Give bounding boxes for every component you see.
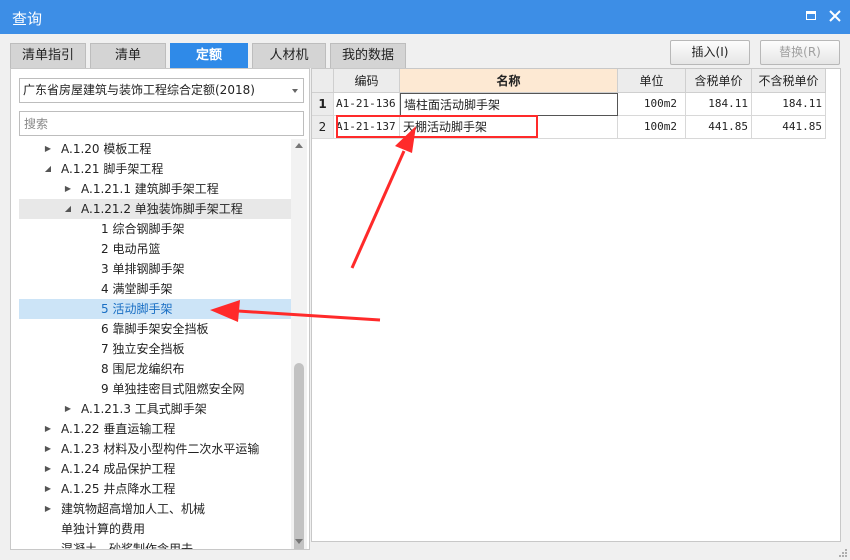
- expand-arrow-icon[interactable]: ▶: [63, 179, 73, 199]
- close-icon: [829, 10, 841, 22]
- cell-unit[interactable]: 100m2: [618, 116, 686, 139]
- tree-node[interactable]: ▶ 建筑物超高增加人工、机械: [19, 499, 291, 519]
- tree-node[interactable]: ▶ A.1.22 垂直运输工程: [19, 419, 291, 439]
- maximize-icon: [806, 11, 816, 20]
- chevron-down-icon: [292, 89, 298, 93]
- tree-node[interactable]: ◢ A.1.21 脚手架工程: [19, 159, 291, 179]
- replace-button[interactable]: 替换(R): [760, 40, 840, 65]
- tree-node[interactable]: 6 靠脚手架安全挡板: [19, 319, 291, 339]
- window-title: 查询: [12, 10, 43, 28]
- tree-scrollbar[interactable]: [291, 139, 307, 549]
- row-number[interactable]: 1: [312, 93, 334, 116]
- quota-tree: ▶ A.1.20 模板工程 ◢ A.1.21 脚手架工程 ▶ A.1.21.1 …: [11, 139, 291, 549]
- tree-node[interactable]: 单独计算的费用: [19, 519, 291, 539]
- cell-name[interactable]: 墙柱面活动脚手架: [400, 93, 618, 116]
- tree-node[interactable]: 1 综合钢脚手架: [19, 219, 291, 239]
- cell-code[interactable]: A1-21-137: [334, 116, 400, 139]
- column-header-unit[interactable]: 单位: [618, 69, 686, 93]
- tab-bill[interactable]: 清单: [90, 43, 166, 68]
- library-select-value: 广东省房屋建筑与装饰工程综合定额(2018): [23, 83, 255, 97]
- expand-arrow-icon[interactable]: ▶: [43, 439, 53, 459]
- cell-code[interactable]: A1-21-136: [334, 93, 400, 116]
- close-button[interactable]: [826, 7, 844, 25]
- row-number[interactable]: 2: [312, 116, 334, 139]
- tree-node[interactable]: 2 电动吊篮: [19, 239, 291, 259]
- column-header-name[interactable]: 名称: [400, 69, 618, 93]
- expand-arrow-icon[interactable]: ▶: [43, 459, 53, 479]
- cell-price-notax[interactable]: 184.11: [752, 93, 826, 116]
- tree-node-selected[interactable]: 5 活动脚手架: [19, 299, 291, 319]
- tree-node[interactable]: ▶ A.1.21.1 建筑脚手架工程: [19, 179, 291, 199]
- tree-node[interactable]: ▶ A.1.20 模板工程: [19, 139, 291, 159]
- scroll-up-icon[interactable]: [295, 143, 303, 148]
- tab-bill-guide[interactable]: 清单指引: [10, 43, 86, 68]
- expand-arrow-icon[interactable]: ▶: [43, 479, 53, 499]
- maximize-button[interactable]: [802, 7, 820, 25]
- library-select[interactable]: 广东省房屋建筑与装饰工程综合定额(2018): [19, 78, 304, 103]
- column-header-price-tax[interactable]: 含税单价: [686, 69, 752, 93]
- expand-arrow-icon[interactable]: ▶: [63, 399, 73, 419]
- cell-price-tax[interactable]: 184.11: [686, 93, 752, 116]
- scroll-thumb[interactable]: [294, 363, 304, 549]
- insert-button[interactable]: 插入(I): [670, 40, 750, 65]
- tree-node[interactable]: ▶ A.1.24 成品保护工程: [19, 459, 291, 479]
- tab-my-data[interactable]: 我的数据: [330, 43, 406, 68]
- tree-node[interactable]: 3 单排钢脚手架: [19, 259, 291, 279]
- quota-tree-panel: 广东省房屋建筑与装饰工程综合定额(2018) ▶ A.1.20 模板工程 ◢ A…: [10, 68, 310, 550]
- tree-node[interactable]: ▶ A.1.21.3 工具式脚手架: [19, 399, 291, 419]
- tree-node[interactable]: ▶ A.1.25 井点降水工程: [19, 479, 291, 499]
- tree-node[interactable]: ▶ A.1.23 材料及小型构件二次水平运输: [19, 439, 291, 459]
- tree-node[interactable]: 8 围尼龙编织布: [19, 359, 291, 379]
- collapse-arrow-icon[interactable]: ◢: [43, 159, 53, 179]
- expand-arrow-icon[interactable]: ▶: [43, 139, 53, 159]
- tab-labor-material-machine[interactable]: 人材机: [252, 43, 326, 68]
- cell-unit[interactable]: 100m2: [618, 93, 686, 116]
- scroll-down-icon[interactable]: [295, 539, 303, 544]
- chevron-up-icon: [572, 541, 578, 542]
- collapse-arrow-icon[interactable]: ◢: [63, 199, 73, 219]
- tab-strip: 清单指引 清单 定额 人材机 我的数据 插入(I) 替换(R): [0, 34, 850, 68]
- tab-quota[interactable]: 定额: [170, 43, 248, 68]
- column-header-price-notax[interactable]: 不含税单价: [752, 69, 826, 93]
- title-bar: 查询: [0, 0, 850, 34]
- row-number-header: [312, 69, 334, 93]
- cell-price-notax[interactable]: 441.85: [752, 116, 826, 139]
- tree-node[interactable]: 混凝土、砂浆制作含用去: [19, 539, 291, 549]
- tree-node[interactable]: 7 独立安全挡板: [19, 339, 291, 359]
- tree-node[interactable]: 9 单独挂密目式阻燃安全网: [19, 379, 291, 399]
- cell-price-tax[interactable]: 441.85: [686, 116, 752, 139]
- tree-node[interactable]: ◢ A.1.21.2 单独装饰脚手架工程: [19, 199, 291, 219]
- expand-arrow-icon[interactable]: ▶: [43, 419, 53, 439]
- tree-node[interactable]: 4 满堂脚手架: [19, 279, 291, 299]
- splitter-handle[interactable]: [550, 541, 600, 542]
- cell-name[interactable]: 天棚活动脚手架: [400, 116, 618, 139]
- quota-results-grid: 编码 名称 单位 含税单价 不含税单价 1 A1-21-136 墙柱面活动脚手架…: [311, 68, 841, 542]
- resize-grip-icon[interactable]: [836, 546, 848, 558]
- expand-arrow-icon[interactable]: ▶: [43, 499, 53, 519]
- column-header-code[interactable]: 编码: [334, 69, 400, 93]
- search-input[interactable]: [19, 111, 304, 136]
